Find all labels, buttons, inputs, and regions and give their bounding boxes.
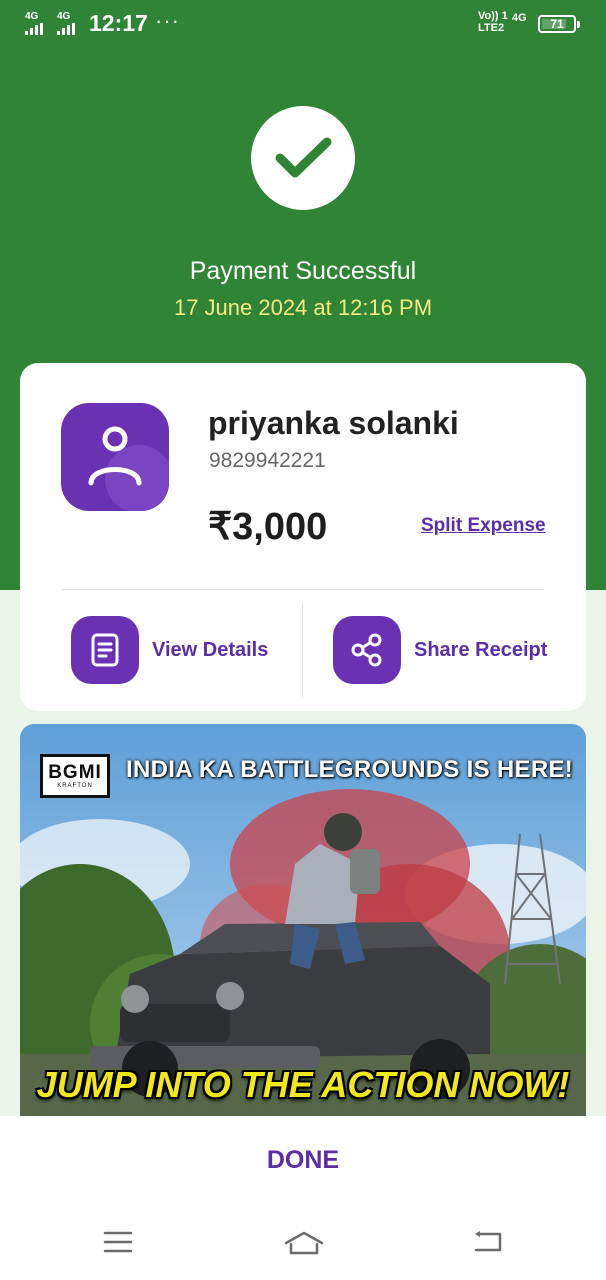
bgmi-logo: BGMI KRAFTON [40,754,110,798]
payment-datetime: 17 June 2024 at 12:16 PM [173,295,433,320]
payee-phone: 9829942221 [209,449,326,472]
avatar [61,403,169,511]
home-icon[interactable] [283,1230,325,1256]
view-details-button[interactable]: View Details [71,616,268,684]
promo-banner[interactable]: BGMI KRAFTON INDIA KA BATTLEGROUNDS IS H… [20,724,586,1116]
banner-headline: INDIA KA BATTLEGROUNDS IS HERE! [126,756,574,783]
menu-icon[interactable] [103,1230,133,1254]
volte-label: Vo)) [478,10,499,22]
data-network-label: 4G [512,12,527,24]
view-details-label: View Details [152,638,269,661]
logo-subtext: KRAFTON [57,783,93,789]
checkmark-icon [275,137,332,178]
volte-indicator: Vo)) 1 LTE2 [478,10,508,34]
battery-icon: 71 [538,15,580,33]
divider [62,589,544,590]
system-navigation-bar [0,1206,606,1280]
sim2-signal: 4G [57,12,75,35]
split-expense-link[interactable]: Split Expense [421,515,546,537]
divider [302,603,303,697]
banner-cta: JUMP INTO THE ACTION NOW! [36,1064,570,1105]
payment-details-card: priyanka solanki 9829942221 ₹3,000 Split… [20,363,586,711]
payment-amount: ₹3,000 [208,506,328,548]
done-button[interactable]: DONE [0,1146,606,1175]
sim2-network-label: 4G [57,11,71,22]
lte-label: LTE2 [478,22,505,34]
sim-index: 1 [501,10,508,22]
logo-text: BGMI [48,762,102,783]
sim1-signal: 4G [25,12,43,35]
user-icon [88,426,169,511]
share-receipt-label: Share Receipt [414,638,548,661]
payee-name: priyanka solanki [208,405,459,441]
payment-status-title: Payment Successful [189,257,417,285]
document-icon [71,616,139,684]
clock: 12:17 [89,10,148,36]
share-receipt-button[interactable]: Share Receipt [333,616,547,684]
more-notifications-icon: ··· [155,8,180,33]
success-check-badge [251,106,355,210]
status-bar: 4G 4G 12:17 ··· Vo)) 1 LTE2 4G 71 [0,0,606,48]
sim1-network-label: 4G [25,11,39,22]
share-icon [333,616,401,684]
signal-bars-icon [57,23,75,35]
battery-level: 71 [550,17,564,31]
signal-bars-icon [25,23,43,35]
back-icon[interactable] [472,1230,504,1254]
